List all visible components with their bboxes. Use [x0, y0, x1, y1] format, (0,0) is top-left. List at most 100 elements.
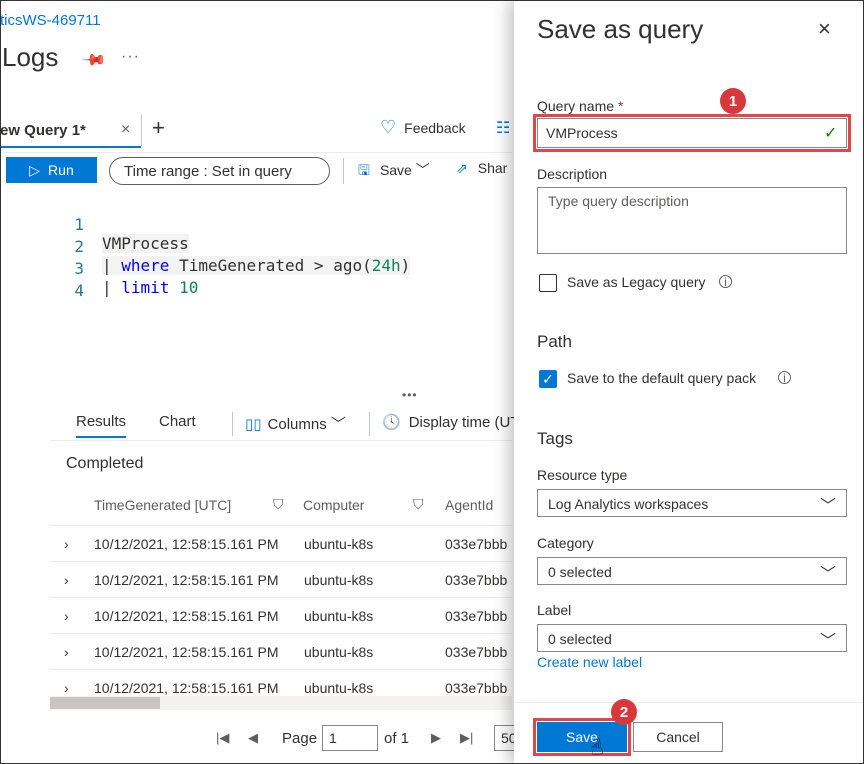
query-editor[interactable]: 1 VMProcess 2 | where TimeGenerated > ag… [0, 193, 512, 393]
code-line-4: 4 [0, 262, 84, 300]
required-mark: * [617, 98, 624, 114]
legacy-query-label: Save as Legacy query [567, 274, 706, 290]
display-time-label: Display time (UT [408, 414, 520, 431]
query-name-label: Query name * [537, 98, 624, 114]
query-status: Completed [66, 455, 144, 472]
results-toolbar-separator [369, 412, 370, 436]
tab-close-icon[interactable]: × [121, 121, 130, 139]
columns-label: Columns [267, 416, 327, 433]
pin-icon[interactable]: 📌 [80, 46, 108, 74]
add-tab-button[interactable]: + [152, 115, 165, 141]
results-toolbar-separator [232, 412, 233, 436]
label-dropdown[interactable]: 0 selected ﹀ [537, 624, 847, 652]
columns-button[interactable]: ▯▯ Columns ﹀ [245, 413, 346, 434]
next-page-icon[interactable]: ▶ [431, 730, 441, 746]
first-page-icon[interactable]: |◀ [216, 730, 229, 746]
description-textarea[interactable]: Type query description [537, 187, 847, 254]
previous-page-icon[interactable]: ◀ [248, 730, 258, 746]
workspace-breadcrumb-link[interactable]: ticsWS-469711 [0, 12, 101, 29]
column-header-computer[interactable]: Computer [303, 497, 364, 513]
create-new-label-link[interactable]: Create new label [537, 654, 642, 670]
panel-footer-divider [514, 702, 864, 703]
cell-computer: ubuntu-k8s [304, 536, 374, 552]
feedback-button[interactable]: ♡ Feedback [380, 117, 466, 138]
cell-computer: ubuntu-k8s [304, 680, 374, 696]
save-menu-button[interactable]: 🖫 Save ﹀ [358, 160, 430, 184]
chevron-down-icon: ﹀ [415, 162, 430, 178]
close-icon[interactable]: × [818, 16, 831, 42]
expand-row-icon[interactable]: › [64, 680, 69, 696]
path-section-title: Path [537, 332, 572, 351]
heart-icon: ♡ [380, 117, 397, 137]
cell-time: 10/12/2021, 12:58:15.161 PM [94, 680, 279, 696]
page-label: Page [282, 730, 318, 747]
cell-time: 10/12/2021, 12:58:15.161 PM [94, 536, 279, 552]
expand-row-icon[interactable]: › [64, 644, 69, 660]
column-header-agentid[interactable]: AgentId [445, 497, 493, 513]
table-row[interactable]: › 10/12/2021, 12:58:15.161 PM ubuntu-k8s… [50, 634, 512, 670]
info-icon[interactable]: i [778, 371, 791, 385]
toolbar-divider [0, 152, 512, 153]
resource-type-dropdown[interactable]: Log Analytics workspaces ﹀ [537, 489, 847, 517]
query-name-input[interactable]: VMProcess [533, 114, 851, 152]
tab-new-query-label: ew Query 1* [0, 122, 86, 139]
expand-row-icon[interactable]: › [64, 572, 69, 588]
table-row[interactable]: › 10/12/2021, 12:58:15.161 PM ubuntu-k8s… [50, 598, 512, 634]
chevron-down-icon: ﹀ [330, 416, 346, 433]
code-line-3: 3 | limit 10 [0, 240, 198, 297]
step-callout-1: 1 [720, 88, 746, 114]
tab-results[interactable]: Results [76, 413, 127, 438]
column-header-timegenerated[interactable]: TimeGenerated [UTC] [94, 497, 231, 513]
pane-resize-handle[interactable]: ••• [402, 388, 418, 402]
filter-icon[interactable]: ⛉ [413, 496, 424, 513]
cell-computer: ubuntu-k8s [304, 644, 374, 660]
last-page-icon[interactable]: ▶| [460, 730, 473, 746]
panel-title: Save as query [537, 14, 704, 44]
line-number: 1 [74, 215, 84, 234]
line-number: 4 [74, 281, 84, 300]
page-number-input[interactable]: 1 [322, 725, 378, 751]
table-row[interactable]: › 10/12/2021, 12:58:15.161 PM ubuntu-k8s… [50, 562, 512, 598]
cell-computer: ubuntu-k8s [304, 608, 374, 624]
tab-divider [141, 114, 142, 146]
more-options-icon[interactable]: ··· [121, 48, 140, 66]
code-text: | where TimeGenerated > ago(24h) [102, 256, 411, 275]
code-text: VMProcess [102, 234, 189, 253]
expand-row-icon[interactable]: › [64, 536, 69, 552]
play-icon: ▷ [29, 161, 41, 178]
share-menu-label: Shar [477, 160, 508, 176]
table-row[interactable]: › 10/12/2021, 12:58:15.161 PM ubuntu-k8s… [50, 526, 512, 562]
cancel-button[interactable]: Cancel [633, 722, 723, 752]
cell-time: 10/12/2021, 12:58:15.161 PM [94, 644, 279, 660]
code-line-1: 1 VMProcess [0, 196, 189, 253]
toolbar-separator [343, 158, 344, 184]
filter-icon[interactable]: ⛉ [273, 496, 284, 513]
default-query-pack-label: Save to the default query pack [567, 370, 757, 386]
line-number: 3 [74, 259, 84, 278]
tab-chart[interactable]: Chart [159, 413, 196, 430]
cell-agentid: 033e7bbb [445, 644, 508, 660]
run-button[interactable]: ▷ Run [6, 157, 97, 183]
table-row[interactable]: › 10/12/2021, 12:58:15.161 PM ubuntu-k8s… [50, 670, 512, 696]
display-time-button[interactable]: 🕓 Display time (UT [382, 413, 520, 431]
expand-row-icon[interactable]: › [64, 608, 69, 624]
save-menu-label: Save [379, 162, 412, 178]
feedback-label: Feedback [404, 120, 466, 136]
time-range-picker[interactable]: Time range : Set in query [109, 157, 330, 185]
cell-time: 10/12/2021, 12:58:15.161 PM [94, 572, 279, 588]
legacy-query-checkbox[interactable] [539, 274, 557, 292]
save-button[interactable]: Save [533, 718, 631, 756]
scrollbar-thumb[interactable] [50, 697, 160, 709]
category-dropdown[interactable]: 0 selected ﹀ [537, 557, 847, 585]
cell-agentid: 033e7bbb [445, 572, 508, 588]
code-text: | limit 10 [102, 278, 199, 297]
run-label: Run [48, 162, 74, 178]
share-menu-button[interactable]: ⇗ Shar [456, 160, 507, 177]
clock-icon: 🕓 [382, 414, 401, 431]
chevron-down-icon: ﹀ [819, 633, 836, 650]
default-query-pack-checkbox[interactable]: ✓ [539, 370, 557, 388]
line-number: 2 [74, 237, 84, 256]
info-icon[interactable]: i [719, 275, 732, 289]
step-callout-2: 2 [611, 699, 637, 725]
queries-list-icon[interactable]: ☷ [496, 118, 510, 138]
